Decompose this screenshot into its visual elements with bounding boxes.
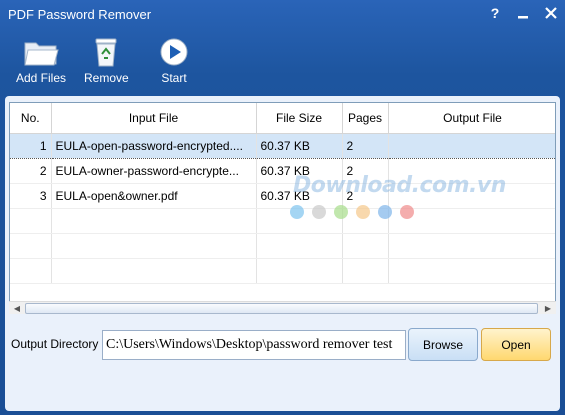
browse-button[interactable]: Browse bbox=[408, 328, 478, 361]
table-row[interactable]: 1 EULA-open-password-encrypted.... 60.37… bbox=[10, 132, 555, 159]
cell-file-size: 60.37 KB bbox=[256, 132, 343, 159]
folder-icon bbox=[23, 36, 59, 68]
minimize-button[interactable] bbox=[517, 6, 529, 20]
cell-output-file bbox=[388, 132, 555, 159]
scroll-left-icon[interactable]: ◀ bbox=[10, 302, 24, 315]
cell-pages: 2 bbox=[342, 183, 389, 209]
window-controls: ? bbox=[489, 6, 557, 20]
table-header: No. Input File File Size Pages Output Fi… bbox=[10, 103, 555, 134]
toolbar: Add Files Remove Start bbox=[0, 36, 565, 92]
add-files-label: Add Files bbox=[16, 71, 67, 85]
column-header-pages[interactable]: Pages bbox=[342, 103, 389, 134]
cell-no: 2 bbox=[10, 158, 52, 184]
column-header-output-file[interactable]: Output File bbox=[388, 103, 555, 134]
cell-input-file: EULA-owner-password-encrypte... bbox=[51, 158, 257, 184]
column-header-input-file[interactable]: Input File bbox=[51, 103, 257, 134]
column-header-file-size[interactable]: File Size bbox=[256, 103, 343, 134]
help-button[interactable]: ? bbox=[489, 6, 501, 20]
cell-output-file bbox=[388, 183, 555, 209]
cell-input-file: EULA-open&owner.pdf bbox=[51, 183, 257, 209]
cell-no: 1 bbox=[10, 132, 52, 159]
horizontal-scrollbar[interactable]: ◀ ▶ bbox=[9, 301, 556, 314]
close-button[interactable] bbox=[545, 6, 557, 20]
file-table: No. Input File File Size Pages Output Fi… bbox=[10, 103, 555, 284]
add-files-button[interactable]: Add Files bbox=[16, 36, 66, 85]
cell-pages: 2 bbox=[342, 158, 389, 184]
recycle-bin-icon bbox=[88, 36, 124, 68]
empty-row bbox=[10, 258, 555, 284]
file-list: No. Input File File Size Pages Output Fi… bbox=[9, 102, 556, 314]
cell-file-size: 60.37 KB bbox=[256, 183, 343, 209]
scrollbar-thumb[interactable] bbox=[25, 303, 538, 314]
empty-row bbox=[10, 208, 555, 234]
table-row[interactable]: 2 EULA-owner-password-encrypte... 60.37 … bbox=[10, 158, 555, 184]
remove-label: Remove bbox=[84, 71, 129, 85]
start-label: Start bbox=[161, 71, 187, 85]
play-icon bbox=[156, 36, 192, 68]
title-bar: PDF Password Remover ? bbox=[0, 0, 565, 30]
column-header-no[interactable]: No. bbox=[10, 103, 52, 134]
start-button[interactable]: Start bbox=[156, 36, 192, 85]
minimize-icon bbox=[518, 16, 528, 19]
cell-no: 3 bbox=[10, 183, 52, 209]
scroll-right-icon[interactable]: ▶ bbox=[541, 302, 555, 315]
table-row[interactable]: 3 EULA-open&owner.pdf 60.37 KB 2 bbox=[10, 183, 555, 209]
app-window: PDF Password Remover ? Add Files Remove … bbox=[0, 0, 565, 415]
open-button[interactable]: Open bbox=[481, 328, 551, 361]
close-icon bbox=[545, 7, 557, 19]
window-title: PDF Password Remover bbox=[8, 7, 152, 22]
cell-output-file bbox=[388, 158, 555, 184]
cell-file-size: 60.37 KB bbox=[256, 158, 343, 184]
empty-row bbox=[10, 233, 555, 259]
remove-button[interactable]: Remove bbox=[84, 36, 129, 85]
cell-pages: 2 bbox=[342, 132, 389, 159]
output-directory-label: Output Directory bbox=[11, 337, 99, 351]
cell-input-file: EULA-open-password-encrypted.... bbox=[51, 132, 257, 159]
output-directory-field[interactable]: C:\Users\Windows\Desktop\password remove… bbox=[102, 330, 406, 360]
main-panel: No. Input File File Size Pages Output Fi… bbox=[5, 96, 560, 411]
